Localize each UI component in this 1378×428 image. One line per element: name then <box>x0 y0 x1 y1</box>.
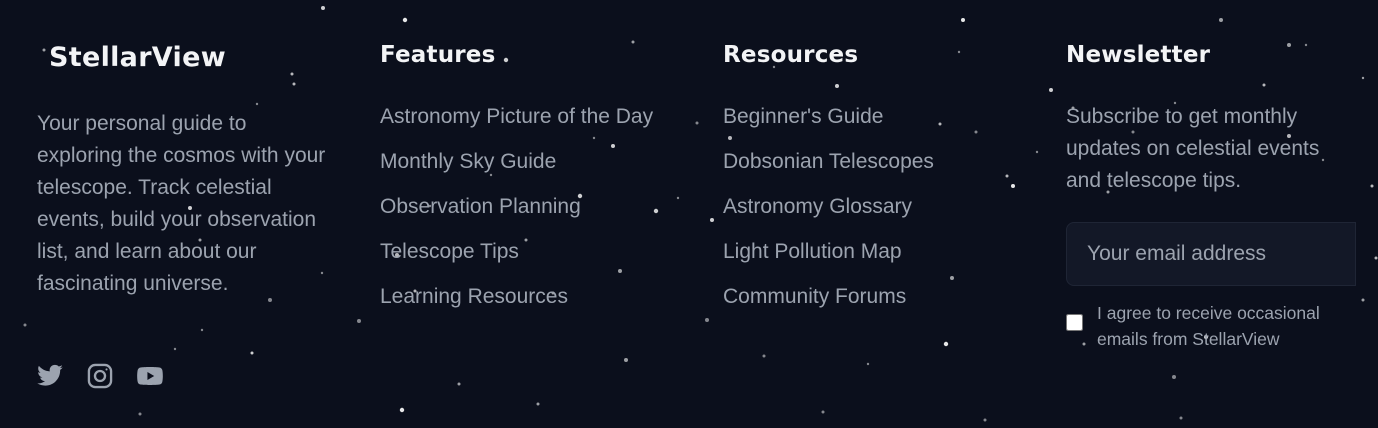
link-telescope-tips[interactable]: Telescope Tips <box>380 240 519 263</box>
list-item: Community Forums <box>723 281 1023 313</box>
youtube-link[interactable] <box>136 362 164 390</box>
instagram-link[interactable] <box>86 362 114 390</box>
link-astronomy-glossary[interactable]: Astronomy Glossary <box>723 195 912 218</box>
link-learning-resources[interactable]: Learning Resources <box>380 285 568 308</box>
link-light-pollution-map[interactable]: Light Pollution Map <box>723 240 902 263</box>
list-item: Monthly Sky Guide <box>380 146 670 178</box>
social-links <box>36 362 164 390</box>
instagram-icon <box>87 363 113 389</box>
list-item: Observation Planning <box>380 191 670 223</box>
youtube-icon <box>137 367 163 385</box>
twitter-icon <box>37 364 63 386</box>
brand-name: StellarView <box>49 42 226 73</box>
features-list: Astronomy Picture of the Day Monthly Sky… <box>380 101 670 326</box>
list-item: Beginner's Guide <box>723 101 1023 133</box>
twitter-link[interactable] <box>36 362 64 390</box>
list-item: Dobsonian Telescopes <box>723 146 1023 178</box>
link-beginners-guide[interactable]: Beginner's Guide <box>723 105 883 128</box>
list-item: Astronomy Picture of the Day <box>380 101 670 133</box>
newsletter-heading: Newsletter <box>1066 42 1211 68</box>
resources-list: Beginner's Guide Dobsonian Telescopes As… <box>723 101 1023 326</box>
consent-row: I agree to receive occasional emails fro… <box>1066 300 1366 352</box>
link-observation-planning[interactable]: Observation Planning <box>380 195 581 218</box>
link-monthly-sky-guide[interactable]: Monthly Sky Guide <box>380 150 556 173</box>
newsletter-description: Subscribe to get monthly updates on cele… <box>1066 105 1320 192</box>
list-item: Astronomy Glossary <box>723 191 1023 223</box>
brand-description: Your personal guide to exploring the cos… <box>37 112 326 295</box>
link-community-forums[interactable]: Community Forums <box>723 285 906 308</box>
list-item: Light Pollution Map <box>723 236 1023 268</box>
email-field[interactable] <box>1066 222 1356 286</box>
link-dobsonian-telescopes[interactable]: Dobsonian Telescopes <box>723 150 934 173</box>
consent-checkbox[interactable] <box>1066 314 1083 331</box>
features-heading: Features <box>380 42 496 68</box>
list-item: Telescope Tips <box>380 236 670 268</box>
consent-label[interactable]: I agree to receive occasional emails fro… <box>1097 300 1366 352</box>
list-item: Learning Resources <box>380 281 670 313</box>
resources-heading: Resources <box>723 42 859 68</box>
link-astronomy-picture-of-the-day[interactable]: Astronomy Picture of the Day <box>380 105 653 128</box>
